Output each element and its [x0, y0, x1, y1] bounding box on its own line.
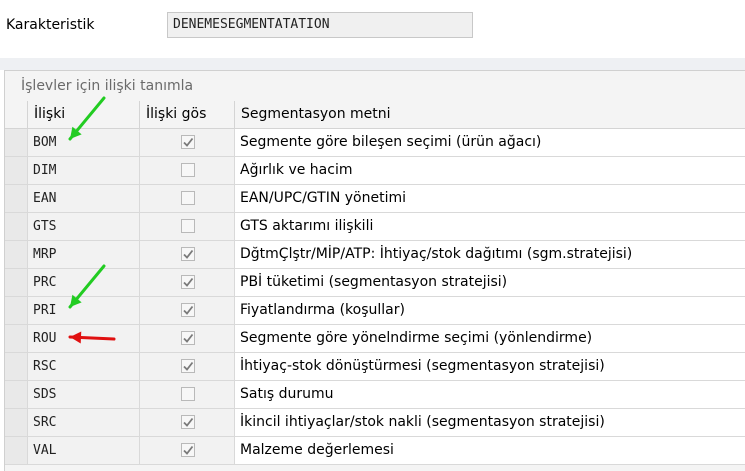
relations-table: İlişki İlişki gös Segmentasyon metni BOM… [5, 101, 745, 465]
relation-code: VAL [28, 437, 140, 464]
relation-code: RSC [28, 353, 140, 380]
segmentation-text: Segmente göre yönelndirme seçimi (yönlen… [235, 325, 745, 352]
shown-checkbox[interactable] [181, 275, 195, 289]
shown-checkbox[interactable] [181, 359, 195, 373]
segmentation-text: EAN/UPC/GTIN yönetimi [235, 185, 745, 212]
column-header-relation[interactable]: İlişki [28, 101, 140, 128]
relation-code: EAN [28, 185, 140, 212]
segmentation-text: PBİ tüketimi (segmentasyon stratejisi) [235, 269, 745, 296]
shown-cell [140, 381, 235, 408]
segmentation-text: Ağırlık ve hacim [235, 157, 745, 184]
relation-code: PRC [28, 269, 140, 296]
check-icon [183, 445, 194, 455]
relation-code: SDS [28, 381, 140, 408]
table-header: İlişki İlişki gös Segmentasyon metni [5, 101, 745, 129]
relation-code: DIM [28, 157, 140, 184]
shown-cell [140, 269, 235, 296]
row-selector[interactable] [5, 381, 28, 408]
segmentation-text: Malzeme değerlemesi [235, 437, 745, 464]
check-icon [183, 305, 194, 315]
relations-panel: İşlevler için ilişki tanımla İlişki İliş… [4, 70, 745, 471]
table-row[interactable]: ROU Segmente göre yönelndirme seçimi (yön… [5, 325, 745, 353]
segmentation-text: DğtmÇlştr/MİP/ATP: İhtiyaç/stok dağıtımı… [235, 241, 745, 268]
check-icon [183, 417, 194, 427]
table-row[interactable]: PRC PBİ tüketimi (segmentasyon stratejisi… [5, 269, 745, 297]
relation-code: SRC [28, 409, 140, 436]
table-row[interactable]: PRI Fiyatlandırma (koşullar) [5, 297, 745, 325]
shown-cell [140, 325, 235, 352]
shown-checkbox[interactable] [181, 163, 195, 177]
table-row[interactable]: RSC İhtiyaç-stok dönüştürmesi (segmentasy… [5, 353, 745, 381]
segmentation-text: İkincil ihtiyaçlar/stok nakli (segmentas… [235, 409, 745, 436]
row-selector[interactable] [5, 157, 28, 184]
table-row[interactable]: GTS GTS aktarımı ilişkili [5, 213, 745, 241]
table-row[interactable]: BOM Segmente göre bileşen seçimi (ürün ağ… [5, 129, 745, 157]
relation-code: PRI [28, 297, 140, 324]
shown-checkbox[interactable] [181, 219, 195, 233]
characteristic-field[interactable]: DENEMESEGMENTATATION [167, 12, 473, 38]
table-row[interactable]: DIM Ağırlık ve hacim [5, 157, 745, 185]
column-header-shown[interactable]: İlişki gös [140, 101, 235, 128]
segmentation-text: İhtiyaç-stok dönüştürmesi (segmentasyon … [235, 353, 745, 380]
row-selector[interactable] [5, 185, 28, 212]
shown-cell [140, 185, 235, 212]
segmentation-text: Segmente göre bileşen seçimi (ürün ağacı… [235, 129, 745, 156]
characteristic-row: Karakteristik DENEMESEGMENTATATION [0, 0, 745, 58]
table-row[interactable]: SRC İkincil ihtiyaçlar/stok nakli (segmen… [5, 409, 745, 437]
table-row[interactable]: VAL Malzeme değerlemesi [5, 437, 745, 465]
relation-code: ROU [28, 325, 140, 352]
shown-cell [140, 157, 235, 184]
row-selector[interactable] [5, 129, 28, 156]
relation-code: GTS [28, 213, 140, 240]
row-selector[interactable] [5, 353, 28, 380]
shown-cell [140, 241, 235, 268]
segmentation-text: Fiyatlandırma (koşullar) [235, 297, 745, 324]
row-selector[interactable] [5, 269, 28, 296]
select-all-header[interactable] [5, 101, 28, 128]
shown-checkbox[interactable] [181, 443, 195, 457]
shown-checkbox[interactable] [181, 331, 195, 345]
table-row[interactable]: EAN EAN/UPC/GTIN yönetimi [5, 185, 745, 213]
shown-cell [140, 353, 235, 380]
table-body: BOM Segmente göre bileşen seçimi (ürün ağ… [5, 129, 745, 465]
shown-checkbox[interactable] [181, 303, 195, 317]
row-selector[interactable] [5, 409, 28, 436]
column-header-text[interactable]: Segmentasyon metni [235, 101, 745, 128]
table-row[interactable]: MRP DğtmÇlştr/MİP/ATP: İhtiyaç/stok dağıt… [5, 241, 745, 269]
shown-cell [140, 129, 235, 156]
check-icon [183, 333, 194, 343]
shown-checkbox[interactable] [181, 135, 195, 149]
shown-cell [140, 213, 235, 240]
check-icon [183, 361, 194, 371]
row-selector[interactable] [5, 213, 28, 240]
relation-code: MRP [28, 241, 140, 268]
row-selector[interactable] [5, 241, 28, 268]
section-separator [0, 58, 745, 70]
table-row[interactable]: SDS Satış durumu [5, 381, 745, 409]
panel-title: İşlevler için ilişki tanımla [21, 78, 194, 94]
shown-checkbox[interactable] [181, 191, 195, 205]
shown-cell [140, 437, 235, 464]
characteristic-label: Karakteristik [6, 17, 95, 33]
check-icon [183, 137, 194, 147]
relation-code: BOM [28, 129, 140, 156]
segmentation-text: Satış durumu [235, 381, 745, 408]
shown-cell [140, 409, 235, 436]
check-icon [183, 277, 194, 287]
shown-checkbox[interactable] [181, 247, 195, 261]
row-selector[interactable] [5, 325, 28, 352]
row-selector[interactable] [5, 297, 28, 324]
check-icon [183, 249, 194, 259]
shown-checkbox[interactable] [181, 387, 195, 401]
segmentation-text: GTS aktarımı ilişkili [235, 213, 745, 240]
shown-checkbox[interactable] [181, 415, 195, 429]
shown-cell [140, 297, 235, 324]
row-selector[interactable] [5, 437, 28, 464]
